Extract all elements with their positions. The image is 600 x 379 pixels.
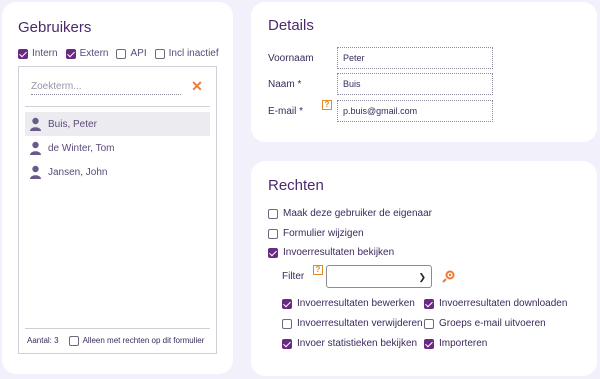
import-checkbox[interactable] bbox=[424, 338, 434, 349]
first-name-field[interactable] bbox=[337, 47, 493, 69]
rights-panel: Rechten Maak deze gebruiker de eigenaar … bbox=[251, 161, 597, 376]
right-import[interactable]: Importeren bbox=[424, 338, 487, 349]
right-delete-results[interactable]: Invoerresultaten verwijderen bbox=[282, 318, 423, 329]
user-list-box: ✕ Buis, Peter de Winter, Tom bbox=[18, 66, 217, 354]
view-results-label: Invoerresultaten bekijken bbox=[283, 247, 395, 258]
users-panel: Gebruikers Intern Extern API Incl inacti… bbox=[2, 2, 233, 374]
users-title: Gebruikers bbox=[18, 19, 92, 36]
user-icon bbox=[30, 117, 41, 131]
search-area: ✕ bbox=[25, 73, 210, 107]
filter-select[interactable]: ❯ bbox=[326, 265, 432, 288]
filter-extern[interactable]: Extern bbox=[65, 48, 109, 59]
group-email-checkbox[interactable] bbox=[424, 318, 434, 329]
right-download-results[interactable]: Invoerresultaten downloaden bbox=[424, 298, 567, 309]
filter-inactive[interactable]: Incl inactief bbox=[154, 48, 219, 59]
view-statistics-label: Invoer statistieken bekijken bbox=[297, 338, 418, 349]
filter-inactive-label: Incl inactief bbox=[168, 48, 219, 59]
filter-api-label: API bbox=[130, 48, 147, 59]
group-email-label: Groeps e-mail uitvoeren bbox=[439, 318, 546, 329]
filter-extern-label: Extern bbox=[79, 48, 109, 59]
last-name-label: Naam * bbox=[268, 79, 302, 90]
user-name: de Winter, Tom bbox=[48, 142, 115, 154]
only-rights-checkbox[interactable] bbox=[68, 335, 79, 346]
edit-results-checkbox[interactable] bbox=[282, 298, 292, 309]
details-panel: Details Voornaam Naam * E-mail * ? bbox=[251, 2, 597, 142]
user-icon bbox=[30, 165, 41, 179]
only-rights-toggle[interactable]: Alleen met rechten op dit formulier bbox=[68, 335, 205, 346]
filter-extern-checkbox[interactable] bbox=[65, 48, 76, 59]
user-filter-row: Intern Extern API Incl inactief bbox=[18, 48, 219, 59]
filter-api[interactable]: API bbox=[116, 48, 147, 59]
filter-intern[interactable]: Intern bbox=[18, 48, 58, 59]
clear-search-icon[interactable]: ✕ bbox=[190, 79, 204, 93]
right-edit-results[interactable]: Invoerresultaten bewerken bbox=[282, 298, 415, 309]
right-view-results[interactable]: Invoerresultaten bekijken bbox=[268, 247, 394, 258]
filter-help-icon[interactable]: ? bbox=[313, 265, 323, 275]
user-item-de-winter-tom[interactable]: de Winter, Tom bbox=[25, 136, 210, 160]
filter-intern-label: Intern bbox=[32, 48, 58, 59]
chevron-down-icon: ❯ bbox=[418, 272, 426, 282]
filter-inactive-checkbox[interactable] bbox=[154, 48, 165, 59]
filter-settings-icon[interactable] bbox=[442, 269, 456, 283]
right-view-statistics[interactable]: Invoer statistieken bekijken bbox=[282, 338, 417, 349]
filter-api-checkbox[interactable] bbox=[116, 48, 127, 59]
edit-form-label: Formulier wijzigen bbox=[283, 228, 364, 239]
view-statistics-checkbox[interactable] bbox=[282, 338, 292, 349]
search-input[interactable] bbox=[31, 81, 181, 95]
user-name: Buis, Peter bbox=[48, 118, 97, 130]
right-group-email[interactable]: Groeps e-mail uitvoeren bbox=[424, 318, 546, 329]
import-label: Importeren bbox=[439, 338, 488, 349]
email-label: E-mail * bbox=[268, 106, 304, 117]
only-rights-label: Alleen met rechten op dit formulier bbox=[82, 336, 205, 345]
first-name-label: Voornaam bbox=[268, 53, 314, 64]
user-item-jansen-john[interactable]: Jansen, John bbox=[25, 160, 210, 184]
view-results-checkbox[interactable] bbox=[268, 247, 278, 258]
edit-form-checkbox[interactable] bbox=[268, 228, 278, 239]
owner-checkbox[interactable] bbox=[268, 208, 278, 219]
user-count: Aantal: 3 bbox=[27, 336, 59, 345]
user-name: Jansen, John bbox=[48, 166, 108, 178]
delete-results-checkbox[interactable] bbox=[282, 318, 292, 329]
owner-label: Maak deze gebruiker de eigenaar bbox=[283, 208, 432, 219]
last-name-field[interactable] bbox=[337, 73, 493, 95]
user-list: Buis, Peter de Winter, Tom Jansen, John bbox=[25, 112, 210, 184]
right-owner[interactable]: Maak deze gebruiker de eigenaar bbox=[268, 208, 432, 219]
email-field[interactable] bbox=[337, 100, 493, 122]
filter-label: Filter bbox=[282, 271, 305, 282]
rights-title: Rechten bbox=[268, 177, 324, 194]
filter-intern-checkbox[interactable] bbox=[18, 48, 28, 59]
user-item-buis-peter[interactable]: Buis, Peter bbox=[25, 112, 210, 136]
user-icon bbox=[30, 141, 41, 155]
delete-results-label: Invoerresultaten verwijderen bbox=[297, 318, 423, 329]
email-help-icon[interactable]: ? bbox=[322, 100, 332, 110]
download-results-checkbox[interactable] bbox=[424, 298, 434, 309]
edit-results-label: Invoerresultaten bewerken bbox=[297, 298, 415, 309]
details-title: Details bbox=[268, 17, 314, 34]
user-list-footer: Aantal: 3 Alleen met rechten op dit form… bbox=[25, 328, 210, 352]
download-results-label: Invoerresultaten downloaden bbox=[439, 298, 568, 309]
right-edit-form[interactable]: Formulier wijzigen bbox=[268, 228, 364, 239]
